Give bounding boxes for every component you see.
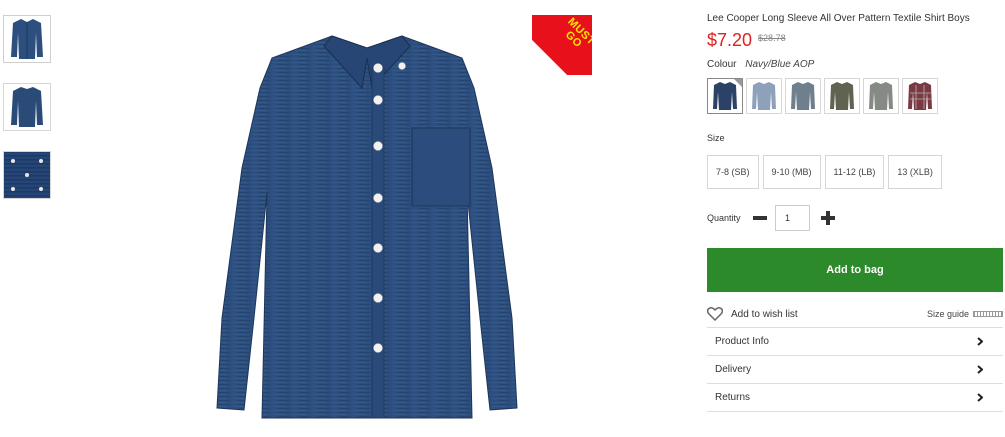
swatch-grey[interactable] — [863, 78, 899, 114]
button-detail-icon — [11, 159, 15, 163]
thumbnail-back[interactable] — [3, 83, 51, 131]
button-detail-icon — [39, 187, 43, 191]
shirt-swatch-icon — [869, 82, 893, 110]
shirt-swatch-icon — [908, 82, 932, 110]
plus-icon[interactable] — [821, 211, 835, 225]
thumbnail-gallery — [3, 15, 53, 219]
thumbnail-front[interactable] — [3, 15, 51, 63]
add-to-wish-list-link[interactable]: Add to wish list — [707, 307, 798, 321]
old-price: $28.78 — [758, 33, 786, 43]
colour-name: Navy/Blue AOP — [745, 59, 815, 70]
size-option[interactable]: 9-10 (MB) — [762, 155, 821, 189]
button-detail-icon — [11, 187, 15, 191]
accordion-label: Delivery — [715, 364, 752, 375]
current-price: $7.20 — [707, 30, 753, 50]
product-title: Lee Cooper Long Sleeve All Over Pattern … — [707, 13, 970, 24]
accordion: Product Info Delivery Returns — [707, 327, 1003, 412]
size-guide-label: Size guide — [926, 309, 969, 319]
accordion-returns[interactable]: Returns — [707, 384, 1003, 412]
add-to-bag-button[interactable]: Add to bag — [707, 248, 1003, 292]
chevron-right-icon — [977, 337, 983, 346]
wish-list-label: Add to wish list — [731, 308, 798, 320]
size-options: 7-8 (SB) 9-10 (MB) 11-12 (LB) 13 (XLB) — [707, 155, 1003, 189]
swatch-red-check[interactable] — [902, 78, 938, 114]
accordion-label: Returns — [715, 392, 751, 403]
colour-label: Colour — [707, 59, 737, 70]
swatch-grey-blue[interactable] — [785, 78, 821, 114]
swatch-navy[interactable] — [707, 78, 743, 114]
main-product-image[interactable] — [212, 18, 522, 430]
accordion-delivery[interactable]: Delivery — [707, 356, 1003, 384]
size-option[interactable]: 11-12 (LB) — [824, 155, 885, 189]
shirt-swatch-icon — [830, 82, 854, 110]
heart-icon — [707, 307, 723, 321]
button-detail-icon — [25, 173, 29, 177]
shirt-thumbnail-icon — [11, 19, 43, 59]
size-label: Size — [707, 133, 725, 143]
swatch-light-blue[interactable] — [746, 78, 782, 114]
quantity-input[interactable]: 1 — [775, 205, 810, 231]
ruler-icon — [973, 311, 1003, 317]
product-info-panel: Lee Cooper Long Sleeve All Over Pattern … — [707, 0, 1003, 412]
swatch-olive[interactable] — [824, 78, 860, 114]
accordion-product-info[interactable]: Product Info — [707, 327, 1003, 356]
size-option[interactable]: 7-8 (SB) — [707, 155, 759, 189]
accordion-label: Product Info — [715, 336, 769, 347]
thumbnail-fabric-detail[interactable] — [3, 151, 51, 199]
price-row: $7.20 $28.78 — [707, 30, 1003, 51]
quantity-label: Quantity — [707, 213, 741, 223]
minus-icon[interactable] — [753, 216, 767, 220]
must-go-badge: MUST GO — [532, 15, 592, 75]
colour-swatches — [707, 78, 1003, 114]
size-option[interactable]: 13 (XLB) — [888, 155, 942, 189]
shirt-swatch-icon — [713, 82, 737, 110]
colour-row: Colour Navy/Blue AOP — [707, 59, 1003, 70]
size-guide-link[interactable]: Size guide — [927, 309, 1003, 319]
shirt-swatch-icon — [791, 82, 815, 110]
chevron-right-icon — [977, 393, 983, 402]
chevron-right-icon — [977, 365, 983, 374]
quantity-row: Quantity 1 — [707, 205, 1003, 231]
shirt-back-thumbnail-icon — [11, 87, 43, 127]
shirt-image-icon — [216, 35, 518, 419]
shirt-swatch-icon — [752, 82, 776, 110]
wish-row: Add to wish list Size guide — [707, 307, 1003, 321]
button-detail-icon — [39, 159, 43, 163]
